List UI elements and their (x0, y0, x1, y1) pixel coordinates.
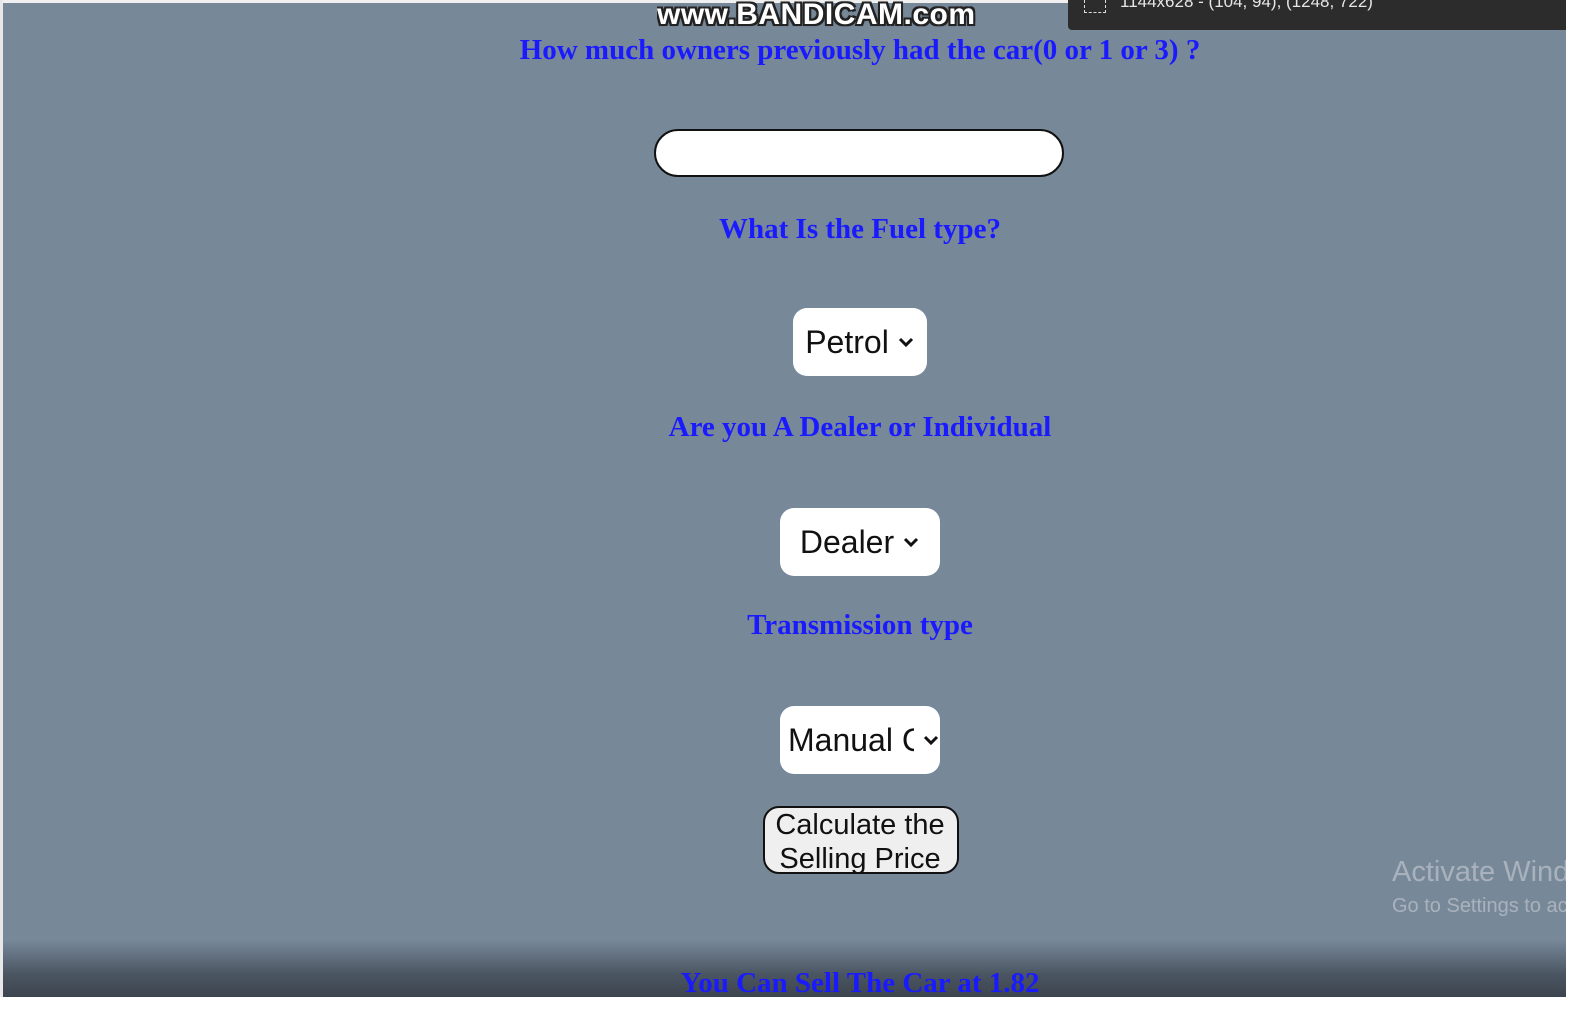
recorder-capture-bar: 1144x628 - (104, 94), (1248, 722) (1068, 0, 1568, 30)
frame-edge-left (0, 0, 3, 1017)
seller-type-value: Dealer (799, 523, 895, 560)
fuel-question: What Is the Fuel type? (719, 213, 1001, 245)
seller-question: Are you A Dealer or Individual (668, 411, 1052, 443)
frame-edge-bottom (0, 997, 1596, 1017)
chevron-down-icon (923, 735, 939, 746)
transmission-select[interactable]: Manual Car (780, 706, 940, 774)
fuel-type-select[interactable]: Petrol (793, 308, 927, 376)
owners-question: How much owners previously had the car(0… (519, 34, 1201, 66)
capture-info: 1144x628 - (104, 94), (1248, 722) (1120, 0, 1373, 11)
seller-type-select[interactable]: Dealer (780, 508, 940, 576)
owners-input[interactable] (654, 129, 1064, 177)
transmission-value: Manual Car (788, 721, 914, 758)
transmission-question: Transmission type (747, 609, 973, 641)
calculate-button-label: Calculate the Selling Price (775, 809, 945, 875)
prediction-result: You Can Sell The Car at 1.82 (680, 967, 1040, 999)
chevron-down-icon (898, 337, 913, 348)
fuel-type-value: Petrol (805, 323, 889, 360)
frame-edge-right (1566, 0, 1596, 1017)
capture-region-icon (1084, 0, 1106, 13)
chevron-down-icon (904, 537, 919, 548)
recorder-watermark: www.BANDICAM.com (657, 0, 976, 30)
